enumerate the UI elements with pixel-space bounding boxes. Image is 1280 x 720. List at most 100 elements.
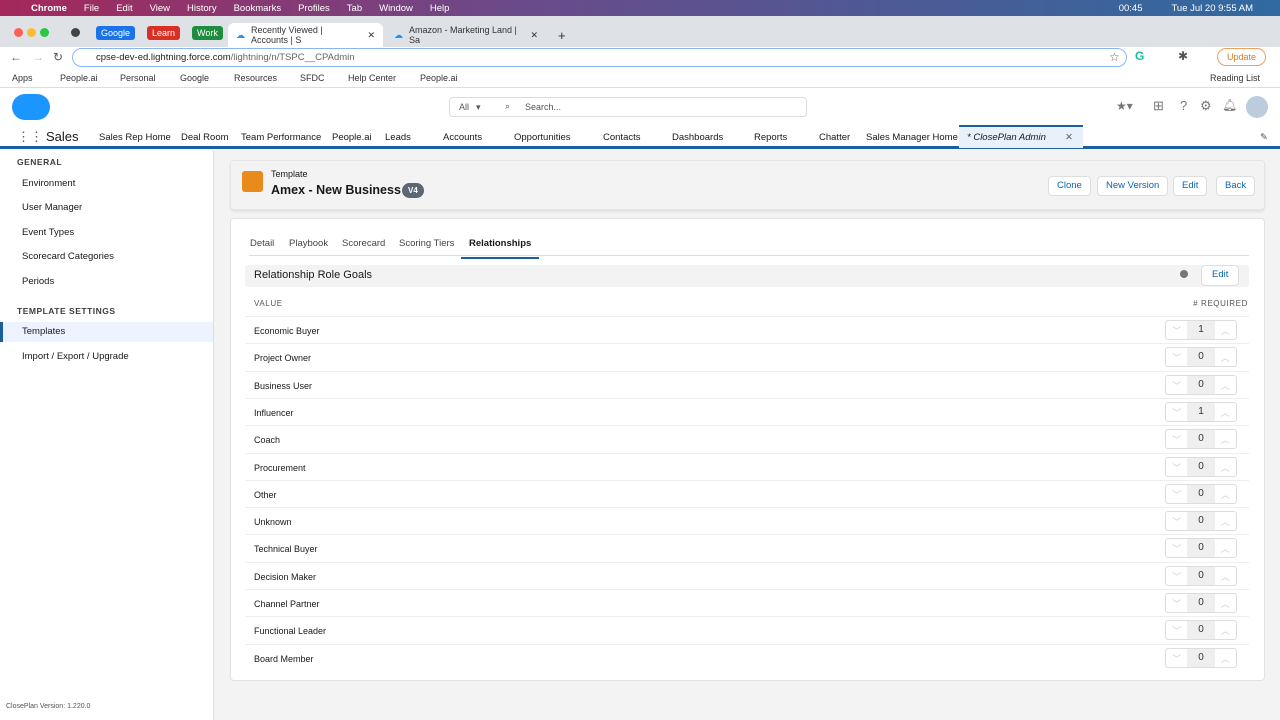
tab-group-learn[interactable]: Learn xyxy=(147,26,181,40)
increment-icon[interactable]: ︿ xyxy=(1215,430,1236,448)
bell-icon[interactable]: 🔔︎ xyxy=(1222,98,1237,112)
close-tab-icon[interactable]: ✕ xyxy=(530,30,538,41)
section-edit-button[interactable]: Edit xyxy=(1201,265,1240,286)
back-button[interactable]: Back xyxy=(1216,176,1256,196)
grammarly-icon[interactable]: G xyxy=(1135,49,1144,63)
required-stepper[interactable]: ﹀ 0 ︿ xyxy=(1165,647,1237,668)
menu-chrome[interactable]: Chrome xyxy=(31,3,67,14)
decrement-icon[interactable]: ﹀ xyxy=(1166,430,1187,448)
maximize-window-button[interactable] xyxy=(40,28,49,37)
help-icon[interactable]: ? xyxy=(1180,98,1187,113)
increment-icon[interactable]: ︿ xyxy=(1215,458,1236,476)
required-stepper[interactable]: ﹀ 0 ︿ xyxy=(1165,538,1237,559)
decrement-icon[interactable]: ﹀ xyxy=(1166,649,1187,667)
browser-tab-amazon[interactable]: ☁ Amazon - Marketing Land | Sa ✕ xyxy=(386,23,546,47)
bookmark-google[interactable]: Google xyxy=(180,73,209,83)
increment-icon[interactable]: ︿ xyxy=(1215,321,1236,339)
decrement-icon[interactable]: ﹀ xyxy=(1166,512,1187,530)
sidebar-item-import-export[interactable]: Import / Export / Upgrade xyxy=(0,347,213,367)
new-version-button[interactable]: New Version xyxy=(1097,176,1169,196)
nav-leads[interactable]: Leads xyxy=(385,132,411,143)
decrement-icon[interactable]: ﹀ xyxy=(1166,321,1187,339)
increment-icon[interactable]: ︿ xyxy=(1215,567,1236,585)
required-stepper[interactable]: ﹀ 0 ︿ xyxy=(1165,429,1237,450)
tab-playbook[interactable]: Playbook xyxy=(289,238,328,249)
nav-sales-rep-home[interactable]: Sales Rep Home xyxy=(99,132,171,143)
sidebar-item-templates[interactable]: Templates xyxy=(0,322,213,342)
menu-help[interactable]: Help xyxy=(430,3,450,14)
info-icon[interactable] xyxy=(1180,270,1188,278)
bookmark-peopleai[interactable]: People.ai xyxy=(60,73,98,83)
avatar[interactable] xyxy=(1246,96,1268,118)
increment-icon[interactable]: ︿ xyxy=(1215,376,1236,394)
menu-view[interactable]: View xyxy=(150,3,170,14)
required-stepper[interactable]: ﹀ 1 ︿ xyxy=(1165,401,1237,422)
minimize-window-button[interactable] xyxy=(27,28,36,37)
tab-group-google[interactable]: Google xyxy=(96,26,136,40)
nav-sales-manager-home[interactable]: Sales Manager Home xyxy=(866,132,958,143)
required-value[interactable]: 0 xyxy=(1187,512,1215,531)
required-value[interactable]: 0 xyxy=(1187,348,1215,367)
menu-file[interactable]: File xyxy=(84,3,99,14)
required-stepper[interactable]: ﹀ 0 ︿ xyxy=(1165,593,1237,613)
nav-reports[interactable]: Reports xyxy=(754,132,787,143)
extensions-icon[interactable]: ✱ xyxy=(1178,49,1188,63)
bookmark-personal[interactable]: Personal xyxy=(120,73,156,83)
bookmark-star-icon[interactable]: ☆ xyxy=(1109,50,1120,64)
decrement-icon[interactable]: ﹀ xyxy=(1166,485,1187,503)
increment-icon[interactable]: ︿ xyxy=(1215,649,1236,667)
sidebar-item-user-manager[interactable]: User Manager xyxy=(0,198,213,218)
required-stepper[interactable]: ﹀ 0 ︿ xyxy=(1165,511,1237,532)
menu-window[interactable]: Window xyxy=(379,3,413,14)
bookmark-help-center[interactable]: Help Center xyxy=(348,73,396,83)
nav-opportunities[interactable]: Opportunities xyxy=(514,132,571,143)
sidebar-item-event-types[interactable]: Event Types xyxy=(0,223,213,243)
nav-team-performance[interactable]: Team Performance xyxy=(241,132,321,143)
tab-group-work[interactable]: Work xyxy=(192,26,223,40)
reload-icon[interactable]: ↻ xyxy=(53,50,63,64)
add-icon[interactable]: ⊞ xyxy=(1153,98,1164,114)
app-launcher-icon[interactable]: ⋮⋮ xyxy=(17,129,43,145)
menu-profiles[interactable]: Profiles xyxy=(298,3,330,14)
required-value[interactable]: 0 xyxy=(1187,430,1215,449)
decrement-icon[interactable]: ﹀ xyxy=(1166,567,1187,585)
required-value[interactable]: 0 xyxy=(1187,539,1215,558)
close-tab-icon[interactable]: ✕ xyxy=(367,30,375,41)
decrement-icon[interactable]: ﹀ xyxy=(1166,348,1187,366)
update-button[interactable]: Update xyxy=(1217,48,1267,66)
nav-deal-room[interactable]: Deal Room xyxy=(181,132,229,143)
increment-icon[interactable]: ︿ xyxy=(1215,621,1236,639)
global-search[interactable]: All ▾ ⌕ Search... xyxy=(449,97,807,117)
required-value[interactable]: 0 xyxy=(1187,594,1215,612)
decrement-icon[interactable]: ﹀ xyxy=(1166,621,1187,639)
tab-scorecard[interactable]: Scorecard xyxy=(342,238,385,249)
increment-icon[interactable]: ︿ xyxy=(1215,539,1236,557)
required-value[interactable]: 1 xyxy=(1187,321,1215,339)
required-value[interactable]: 0 xyxy=(1187,621,1215,640)
bookmark-apps[interactable]: Apps xyxy=(12,73,33,83)
decrement-icon[interactable]: ﹀ xyxy=(1166,458,1187,476)
browser-tab-accounts[interactable]: ☁ Recently Viewed | Accounts | S ✕ xyxy=(228,23,383,47)
edit-button[interactable]: Edit xyxy=(1173,176,1208,196)
decrement-icon[interactable]: ﹀ xyxy=(1166,539,1187,557)
nav-accounts[interactable]: Accounts xyxy=(443,132,482,143)
sidebar-item-environment[interactable]: Environment xyxy=(0,174,213,194)
menu-bookmarks[interactable]: Bookmarks xyxy=(234,3,282,14)
gear-icon[interactable]: ⚙ xyxy=(1200,98,1212,114)
required-stepper[interactable]: ﹀ 0 ︿ xyxy=(1165,483,1237,504)
increment-icon[interactable]: ︿ xyxy=(1215,485,1236,503)
required-value[interactable]: 0 xyxy=(1187,375,1215,394)
required-value[interactable]: 0 xyxy=(1187,566,1215,585)
back-icon[interactable]: ← xyxy=(10,50,22,64)
nav-closeplan-admin[interactable]: * ClosePlan Admin ✕ xyxy=(959,125,1083,148)
clone-button[interactable]: Clone xyxy=(1048,176,1091,196)
increment-icon[interactable]: ︿ xyxy=(1215,403,1236,421)
bookmark-peopleai-2[interactable]: People.ai xyxy=(420,73,458,83)
nav-peopleai[interactable]: People.ai xyxy=(332,132,372,143)
required-value[interactable]: 0 xyxy=(1187,484,1215,503)
required-stepper[interactable]: ﹀ 1 ︿ xyxy=(1165,320,1237,340)
increment-icon[interactable]: ︿ xyxy=(1215,594,1236,612)
new-tab-button[interactable]: + xyxy=(550,23,574,47)
required-value[interactable]: 1 xyxy=(1187,402,1215,421)
menu-edit[interactable]: Edit xyxy=(116,3,132,14)
